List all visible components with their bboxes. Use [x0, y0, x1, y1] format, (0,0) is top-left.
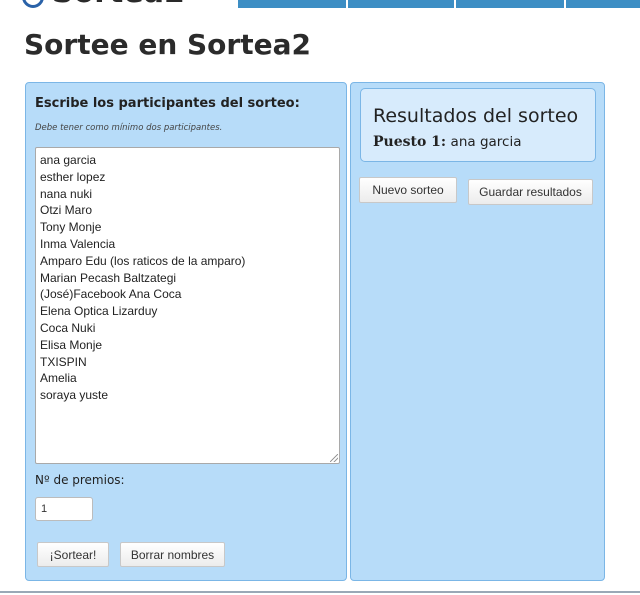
participant-line: nana nuki: [40, 186, 93, 201]
nuevo-sorteo-button[interactable]: Nuevo sorteo: [359, 177, 457, 203]
logo-icon: [22, 0, 44, 8]
nav-item[interactable]: [346, 0, 454, 8]
borrar-nombres-button[interactable]: Borrar nombres: [120, 542, 225, 567]
participant-line: Amparo Edu (los raticos de la amparo): [40, 253, 246, 268]
nav-item[interactable]: [238, 0, 346, 8]
participants-note: Debe tener como mínimo dos participantes…: [35, 123, 223, 133]
participant-line: Otzi Maro: [40, 203, 93, 218]
page-title: Sortee en Sortea2: [24, 28, 311, 61]
nav-item[interactable]: [564, 0, 640, 8]
results-panel: Resultados del sorteo Puesto 1: ana garc…: [350, 82, 605, 581]
prizes-input[interactable]: 1: [35, 497, 93, 521]
result-place-label: Puesto 1:: [373, 134, 447, 150]
participant-line: (José)Facebook Ana Coca: [40, 287, 182, 302]
prizes-label: Nº de premios:: [35, 473, 125, 487]
nav-bar: [238, 0, 640, 8]
result-place-value: ana garcia: [450, 134, 522, 150]
participant-line: Elena Optica Lizarduy: [40, 304, 158, 319]
participant-line: esther lopez: [40, 169, 106, 184]
participants-textarea[interactable]: ana garcia esther lopez nana nuki Otzi Maro…: [35, 147, 340, 464]
participants-heading: Escribe los participantes del sorteo:: [35, 96, 300, 111]
guardar-resultados-button[interactable]: Guardar resultados: [468, 179, 593, 205]
site-logo[interactable]: Sortea2: [52, 0, 185, 8]
participant-line: TXISPIN: [40, 354, 87, 369]
site-header: Sortea2: [0, 0, 640, 8]
resize-grip-icon[interactable]: [330, 454, 338, 462]
participant-line: Amelia: [40, 371, 77, 386]
participants-panel: Escribe los participantes del sorteo: De…: [25, 82, 347, 581]
participant-line: soraya yuste: [40, 388, 109, 403]
footer-divider: [0, 591, 640, 593]
result-place: Puesto 1: ana garcia: [373, 134, 521, 150]
results-box: Resultados del sorteo Puesto 1: ana garc…: [360, 88, 596, 162]
sortear-button[interactable]: ¡Sortear!: [37, 542, 109, 567]
participant-line: Tony Monje: [40, 220, 102, 235]
nav-item[interactable]: [454, 0, 564, 8]
results-title: Resultados del sorteo: [373, 105, 579, 127]
participant-line: Coca Nuki: [40, 320, 96, 335]
participant-line: Marian Pecash Baltzategi: [40, 270, 177, 285]
participant-line: ana garcia: [40, 153, 97, 167]
participant-line: Inma Valencia: [40, 236, 116, 251]
participant-line: Elisa Monje: [40, 337, 103, 352]
